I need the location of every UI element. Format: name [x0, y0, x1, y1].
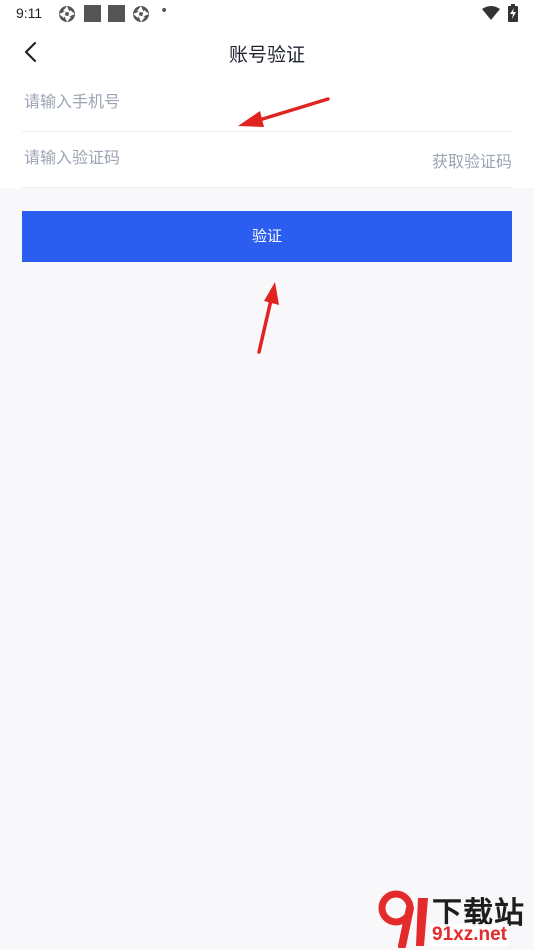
phone-row: [22, 76, 512, 132]
verify-button[interactable]: 验证: [22, 211, 512, 262]
aperture-icon: [59, 6, 75, 22]
battery-icon: [508, 4, 518, 22]
watermark-logo-icon: [378, 890, 428, 948]
notification-square-icon: [84, 5, 101, 22]
arrow-to-verify-button: [257, 282, 279, 354]
code-row: 获取验证码: [22, 132, 512, 188]
page-title: 账号验证: [228, 44, 305, 66]
verification-code-input[interactable]: [24, 148, 324, 167]
watermark: 下载站 91xz.net: [376, 888, 532, 948]
verification-form: 获取验证码: [0, 76, 534, 188]
app-header: 账号验证: [0, 28, 534, 76]
notification-square-icon: [108, 5, 125, 22]
status-time: 9:11: [16, 5, 43, 21]
watermark-url: 91xz.net: [430, 924, 509, 946]
get-code-button[interactable]: 获取验证码: [432, 148, 512, 172]
status-bar: 9:11 •: [0, 0, 534, 28]
phone-input[interactable]: [24, 92, 324, 111]
aperture-icon: [133, 6, 149, 22]
more-notifications-dot: •: [160, 3, 169, 19]
wifi-icon: [482, 6, 500, 20]
